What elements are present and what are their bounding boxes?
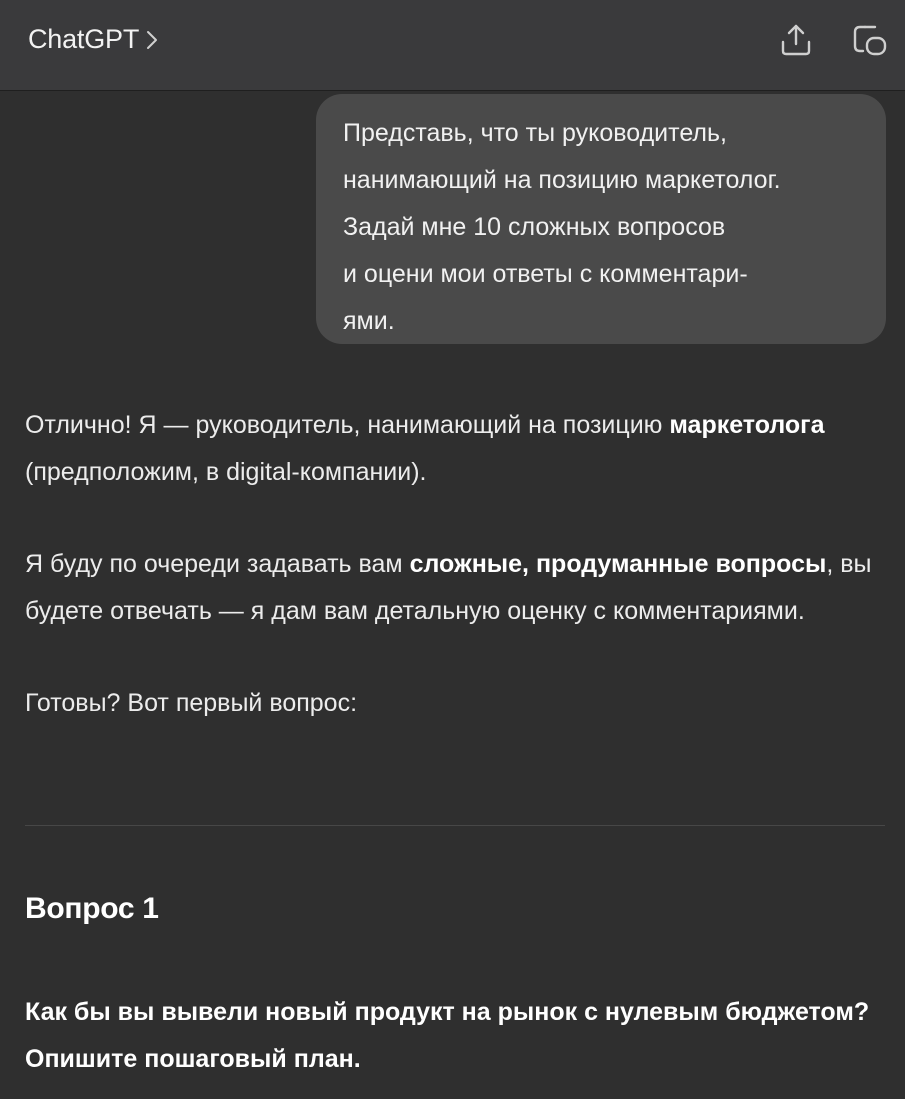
new-chat-button[interactable] (850, 20, 890, 60)
share-upload-icon (781, 24, 811, 56)
app-title: ChatGPT (28, 24, 140, 54)
user-message-line: и оцени мои ответы с комментари- (343, 260, 748, 288)
user-message-line: Представь, что ты руководитель, (343, 119, 727, 147)
chevron-right-icon (147, 30, 158, 49)
bold-text: маркетолога (669, 411, 825, 439)
user-message-line: нанимающий на позицию маркетолог. (343, 166, 781, 194)
top-bar: ChatGPT (0, 0, 905, 91)
assistant-paragraph-1: Отлично! Я — руководитель, нанимающий на… (25, 402, 885, 496)
user-message-line: Задай мне 10 сложных вопросов (343, 213, 726, 241)
text-span: (предположим, в digital-компании). (25, 458, 427, 486)
divider (25, 825, 885, 826)
new-chat-icon (853, 25, 887, 56)
model-selector[interactable]: ChatGPT (28, 24, 159, 55)
assistant-paragraph-2: Я буду по очереди задавать вам сложные, … (25, 541, 885, 635)
user-message-line: ями. (343, 307, 395, 335)
assistant-message: Отлично! Я — руководитель, нанимающий на… (25, 402, 885, 772)
question-heading: Вопрос 1 (25, 892, 159, 925)
text-span: Я буду по очереди задавать вам (25, 550, 410, 578)
conversation[interactable]: Представь, что ты руководитель, нанимающ… (0, 92, 905, 1099)
bold-text: сложные, продуманные вопросы (409, 550, 827, 578)
text-span: Отлично! Я — руководитель, нанимающий на… (25, 411, 670, 439)
user-message-bubble: Представь, что ты руководитель, нанимающ… (316, 94, 886, 344)
assistant-paragraph-3: Готовы? Вот первый вопрос: (25, 689, 358, 717)
share-button[interactable] (776, 20, 816, 60)
question-text: Как бы вы вывели новый продукт на рынок … (25, 998, 870, 1073)
